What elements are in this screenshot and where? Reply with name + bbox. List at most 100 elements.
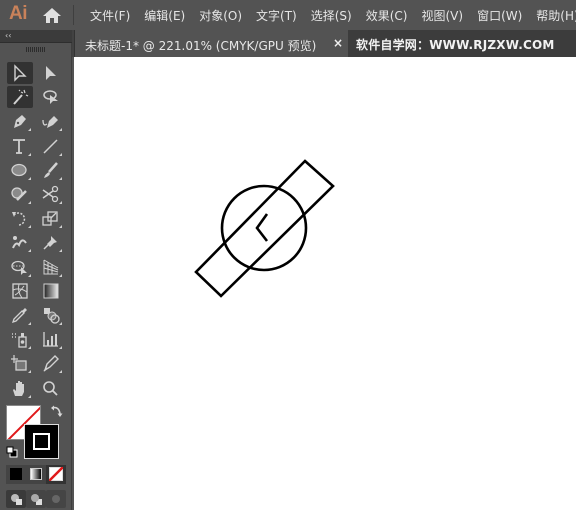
pin-icon	[43, 236, 57, 250]
pen-icon	[14, 115, 26, 129]
stroke-swatch[interactable]	[24, 424, 59, 459]
ellipse-icon	[11, 163, 27, 176]
solid-arrow-icon	[46, 66, 56, 80]
magic-wand-icon	[13, 89, 29, 105]
flyout-indicator	[28, 322, 31, 325]
mesh-tool[interactable]	[7, 280, 33, 302]
ellipse-tool[interactable]	[7, 159, 33, 181]
curvature-pen-icon	[42, 116, 58, 129]
flyout-indicator	[28, 394, 31, 398]
flyout-indicator	[28, 176, 31, 180]
rotate-icon	[12, 212, 26, 226]
scale-icon	[42, 211, 58, 226]
shape-builder-tool[interactable]	[7, 256, 33, 278]
menu-edit[interactable]: 编辑(E)	[144, 7, 185, 24]
collapse-panel-button[interactable]: ‹‹	[5, 31, 11, 41]
perspective-grid-tool[interactable]	[38, 256, 64, 278]
gradient-mode-button[interactable]	[26, 465, 46, 484]
draw-normal-icon	[11, 494, 22, 505]
flyout-indicator	[28, 128, 31, 132]
blend-icon	[44, 308, 60, 324]
symbol-sprayer-icon	[12, 333, 27, 348]
shaper-icon	[11, 187, 27, 201]
menu-view[interactable]: 视图(V)	[421, 7, 463, 24]
direct-selection-tool[interactable]	[38, 62, 64, 84]
symbol-sprayer-tool[interactable]	[7, 328, 33, 350]
puppet-warp-tool[interactable]	[7, 231, 33, 253]
line-segment-tool[interactable]	[38, 135, 64, 157]
menu-type[interactable]: 文字(T)	[256, 7, 297, 24]
menu-effect[interactable]: 效果(C)	[366, 7, 408, 24]
flyout-indicator	[59, 273, 62, 277]
menu-file[interactable]: 文件(F)	[90, 7, 130, 24]
home-icon[interactable]	[42, 7, 62, 24]
flyout-indicator	[59, 249, 62, 253]
artwork	[194, 159, 335, 298]
artboard-canvas[interactable]	[74, 57, 576, 510]
chevron-shape[interactable]	[255, 213, 269, 242]
hand-icon	[13, 380, 24, 396]
menu-separator	[73, 5, 74, 25]
none-mode-button[interactable]	[46, 465, 66, 484]
default-fill-stroke-icon[interactable]	[6, 446, 18, 458]
flyout-indicator	[59, 176, 62, 180]
slice-icon	[43, 355, 59, 372]
lasso-icon	[43, 90, 58, 105]
close-tab-button[interactable]: ×	[333, 36, 343, 50]
menu-object[interactable]: 对象(O)	[199, 7, 242, 24]
draw-behind-icon	[31, 494, 42, 505]
color-mode-button[interactable]	[6, 465, 26, 484]
menu-window[interactable]: 窗口(W)	[477, 7, 522, 24]
document-tab[interactable]: 未标题-1* @ 221.01% (CMYK/GPU 预览) ×	[74, 30, 348, 57]
hand-tool[interactable]	[7, 377, 33, 399]
pen-tool[interactable]	[7, 110, 33, 132]
watermark-banner: 软件自学网：WWW.RJZXW.COM	[348, 30, 576, 57]
illustrator-window: Ai 文件(F) 编辑(E) 对象(O) 文字(T) 选择(S) 效果(C) 视…	[0, 0, 576, 510]
rotate-tool[interactable]	[7, 207, 33, 229]
magnifier-icon	[43, 380, 58, 396]
flyout-indicator	[28, 346, 31, 350]
lasso-tool[interactable]	[38, 86, 64, 108]
shaper-tool[interactable]	[7, 183, 33, 205]
eyedropper-icon	[11, 308, 27, 324]
menu-select[interactable]: 选择(S)	[311, 7, 352, 24]
flyout-indicator	[59, 322, 62, 325]
slice-tool[interactable]	[38, 352, 64, 374]
paintbrush-tool[interactable]	[38, 159, 64, 181]
flyout-indicator	[28, 201, 31, 204]
app-logo: Ai	[9, 3, 28, 24]
flyout-indicator	[28, 370, 31, 374]
draw-inside-button[interactable]	[46, 490, 66, 508]
perspective-grid-icon	[43, 259, 59, 275]
type-tool[interactable]	[7, 135, 33, 157]
document-tab-title: 未标题-1* @ 221.01% (CMYK/GPU 预览)	[85, 39, 317, 53]
draw-normal-button[interactable]	[6, 490, 26, 508]
swap-fill-stroke-icon[interactable]	[50, 404, 64, 418]
blend-tool[interactable]	[38, 304, 64, 326]
menu-help[interactable]: 帮助(H)	[536, 7, 576, 24]
selection-tool[interactable]	[7, 62, 33, 84]
curvature-tool[interactable]	[38, 110, 64, 132]
menu-items: 文件(F) 编辑(E) 对象(O) 文字(T) 选择(S) 效果(C) 视图(V…	[90, 0, 576, 30]
zoom-tool[interactable]	[38, 377, 64, 399]
draw-behind-button[interactable]	[26, 490, 46, 508]
column-graph-tool[interactable]	[38, 328, 64, 350]
scissors-tool[interactable]	[38, 183, 64, 205]
panel-grip[interactable]	[26, 47, 46, 52]
eyedropper-tool[interactable]	[7, 304, 33, 326]
magic-wand-tool[interactable]	[7, 86, 33, 109]
gradient-icon	[43, 283, 59, 299]
flyout-indicator	[28, 249, 31, 253]
menu-bar: Ai 文件(F) 编辑(E) 对象(O) 文字(T) 选择(S) 效果(C) 视…	[0, 0, 576, 30]
line-icon	[43, 139, 58, 154]
scale-tool[interactable]	[38, 207, 64, 229]
flyout-indicator	[28, 273, 31, 277]
circle-shape[interactable]	[220, 184, 308, 272]
pin-tool[interactable]	[38, 231, 64, 253]
rotated-rectangle-shape[interactable]	[194, 159, 335, 298]
artboard-tool[interactable]	[7, 352, 33, 374]
shape-builder-icon	[11, 260, 27, 275]
bar-graph-icon	[43, 332, 58, 347]
gradient-tool[interactable]	[38, 280, 64, 302]
stroke-inner	[33, 433, 50, 450]
